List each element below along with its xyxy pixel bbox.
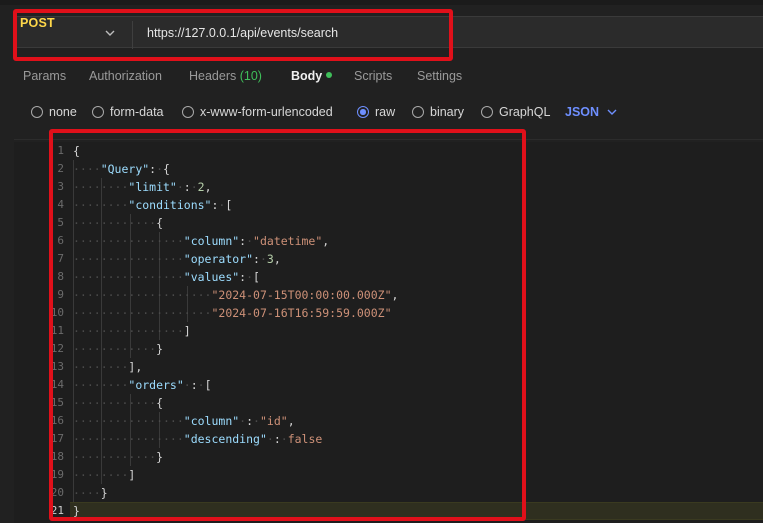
line-number: 9 bbox=[57, 288, 64, 301]
chevron-down-icon bbox=[607, 109, 617, 115]
language-select[interactable]: JSON bbox=[565, 105, 617, 119]
json-value: "datetime" bbox=[253, 234, 323, 248]
radio-circle[interactable] bbox=[92, 106, 104, 118]
code-line: ········], bbox=[73, 360, 143, 374]
tab-scripts[interactable]: Scripts bbox=[354, 69, 392, 83]
json-value: 2 bbox=[197, 180, 205, 194]
code-line: ········"limit"·:·2, bbox=[73, 180, 212, 194]
radio-label: binary bbox=[430, 105, 465, 119]
url-input-container bbox=[13, 16, 763, 48]
json-key: "orders" bbox=[128, 378, 184, 392]
json-value: "2024-07-16T16:59:59.000Z" bbox=[211, 306, 392, 320]
code-line: ············{ bbox=[73, 216, 164, 230]
code-line: ········] bbox=[73, 468, 136, 482]
radio-form-data[interactable]: form-data bbox=[92, 105, 164, 119]
tab-headers-label: Headers bbox=[189, 69, 237, 83]
radio-circle[interactable] bbox=[182, 106, 194, 118]
line-number: 14 bbox=[50, 378, 64, 391]
url-bar bbox=[13, 10, 763, 53]
tab-body[interactable]: Body bbox=[291, 69, 333, 83]
json-key: "limit" bbox=[128, 180, 177, 194]
line-number: 10 bbox=[50, 306, 64, 319]
line-number: 8 bbox=[57, 270, 64, 283]
tab-headers-count: (10) bbox=[239, 69, 262, 83]
code-line: ················] bbox=[73, 324, 191, 338]
json-key: "descending" bbox=[183, 432, 267, 446]
line-number: 16 bbox=[50, 414, 64, 427]
radio-graphql[interactable]: GraphQL bbox=[481, 105, 550, 119]
code-line: ····"Query":·{ bbox=[73, 162, 170, 176]
line-number: 19 bbox=[50, 468, 64, 481]
radio-x-www-form-urlencoded[interactable]: x-www-form-urlencoded bbox=[182, 105, 333, 119]
editor-top-border bbox=[14, 139, 763, 140]
json-value: false bbox=[287, 432, 323, 446]
line-number: 11 bbox=[50, 324, 64, 337]
code-line: ················"descending"·:·false bbox=[73, 432, 323, 446]
code-line: ················"column"·:·"id", bbox=[73, 414, 295, 428]
url-divider bbox=[132, 21, 133, 49]
radio-label: none bbox=[49, 105, 77, 119]
language-label: JSON bbox=[565, 105, 600, 119]
radio-circle[interactable] bbox=[412, 106, 424, 118]
window-top-edge bbox=[0, 0, 763, 5]
line-number: 2 bbox=[57, 162, 64, 175]
json-key: "column" bbox=[183, 414, 240, 428]
radio-circle-checked[interactable] bbox=[357, 106, 369, 118]
radio-none[interactable]: none bbox=[31, 105, 77, 119]
radio-label: GraphQL bbox=[499, 105, 551, 119]
radio-circle[interactable] bbox=[31, 106, 43, 118]
code-line: { bbox=[73, 144, 80, 158]
tab-params[interactable]: Params bbox=[23, 69, 66, 83]
json-key: "column" bbox=[183, 234, 240, 248]
json-value: 3 bbox=[266, 252, 274, 266]
line-number: 15 bbox=[50, 396, 64, 409]
line-number: 5 bbox=[57, 216, 64, 229]
tab-body-label: Body bbox=[291, 69, 323, 83]
code-line: ········"orders"·:·[ bbox=[73, 378, 212, 392]
line-number: 13 bbox=[50, 360, 64, 373]
line-number: 3 bbox=[57, 180, 64, 193]
code-line: ················"column":·"datetime", bbox=[73, 234, 330, 248]
json-key: "operator" bbox=[183, 252, 254, 266]
line-number: 20 bbox=[50, 486, 64, 499]
json-key: "Query" bbox=[100, 162, 150, 176]
radio-label: form-data bbox=[110, 105, 164, 119]
line-number: 12 bbox=[50, 342, 64, 355]
line-number-gutter: 1 2 3 4 5 6 7 8 9 10 11 12 13 14 15 16 1… bbox=[14, 142, 70, 523]
code-line: ············} bbox=[73, 450, 164, 464]
code-line: ············} bbox=[73, 342, 164, 356]
code-line: ········"conditions":·[ bbox=[73, 198, 233, 212]
code-line: ····················"2024-07-16T16:59:59… bbox=[73, 306, 392, 320]
url-input[interactable]: https://127.0.0.1/api/events/search bbox=[147, 26, 338, 40]
tab-authorization[interactable]: Authorization bbox=[89, 69, 162, 83]
json-key: "conditions" bbox=[128, 198, 212, 212]
line-number: 4 bbox=[57, 198, 64, 211]
body-modified-dot bbox=[326, 72, 333, 78]
line-number-current: 21 bbox=[50, 504, 64, 517]
code-line: } bbox=[73, 504, 80, 518]
line-number: 18 bbox=[50, 450, 64, 463]
radio-circle[interactable] bbox=[481, 106, 493, 118]
radio-binary[interactable]: binary bbox=[412, 105, 464, 119]
line-number: 7 bbox=[57, 252, 64, 265]
json-value: "id" bbox=[259, 414, 288, 428]
code-line: ················"values":·[ bbox=[73, 270, 260, 284]
line-number: 17 bbox=[50, 432, 64, 445]
code-line: ············{ bbox=[73, 396, 164, 410]
line-number: 6 bbox=[57, 234, 64, 247]
chevron-down-icon[interactable] bbox=[105, 29, 115, 37]
radio-label: raw bbox=[375, 105, 396, 119]
tab-settings[interactable]: Settings bbox=[417, 69, 462, 83]
json-value: "2024-07-15T00:00:00.000Z" bbox=[211, 288, 392, 302]
code-line: ····} bbox=[73, 486, 108, 500]
current-line-highlight bbox=[70, 502, 763, 520]
radio-raw[interactable]: raw bbox=[357, 105, 395, 119]
json-key: "values" bbox=[183, 270, 240, 284]
code-line: ················"operator":·3, bbox=[73, 252, 281, 266]
radio-label: x-www-form-urlencoded bbox=[200, 105, 333, 119]
line-number: 1 bbox=[57, 144, 64, 157]
code-line: ····················"2024-07-15T00:00:00… bbox=[73, 288, 399, 302]
tab-headers[interactable]: Headers (10) bbox=[189, 69, 262, 83]
method-select[interactable]: POST bbox=[20, 16, 55, 30]
